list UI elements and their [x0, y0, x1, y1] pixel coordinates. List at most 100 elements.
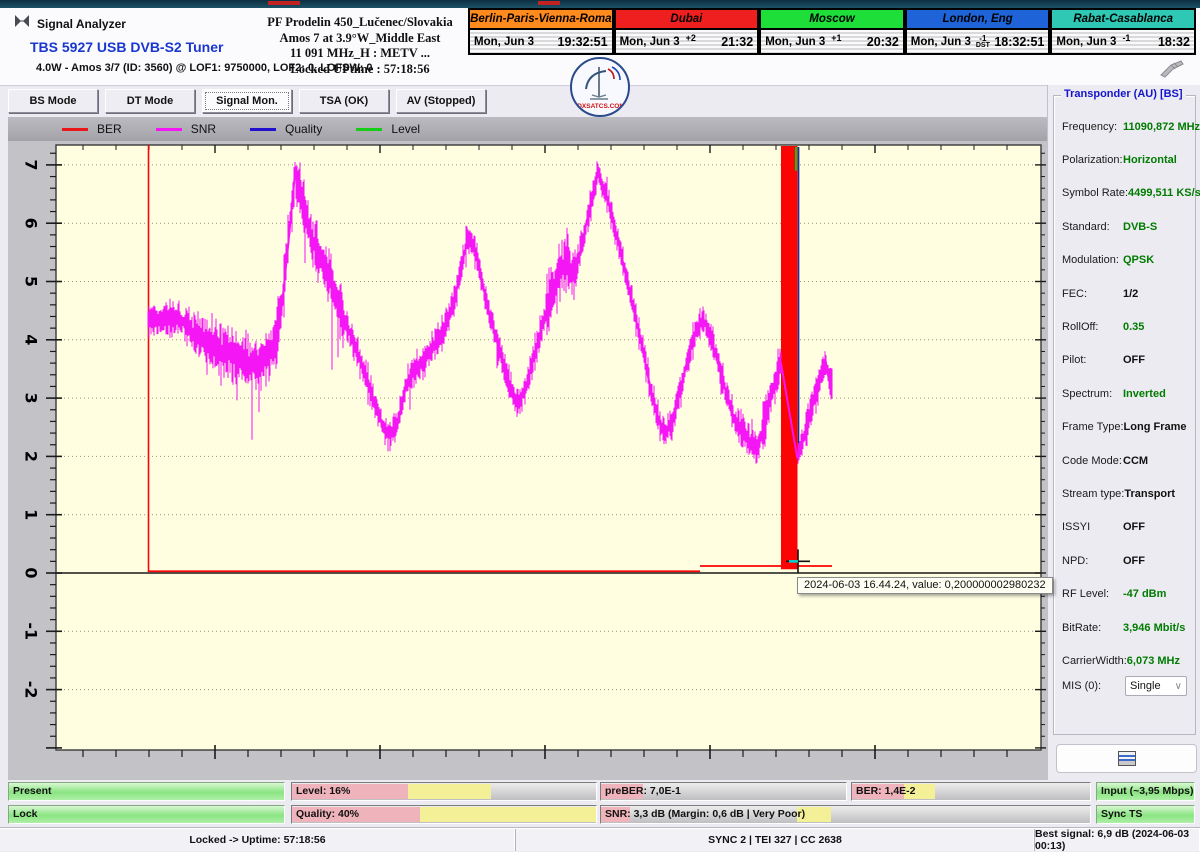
clock-offset: -1 [1122, 33, 1130, 43]
y-axis-label-4: 4 [22, 334, 41, 345]
clock-city: Dubai [614, 8, 760, 30]
y-axis-label-6: 6 [22, 218, 41, 229]
tp-label: ISSYI [1062, 521, 1090, 533]
tp-value: 4499,511 KS/s [1128, 187, 1192, 199]
clock-city: London, Eng [905, 8, 1051, 30]
legend-item-quality: Quality [250, 122, 322, 136]
site-line-3: 11 091 MHz_H : METV ... [252, 46, 468, 62]
site-line-4: Locked UPtime : 57:18:56 [252, 62, 468, 78]
tp-label: RF Level: [1062, 588, 1109, 600]
statusbar-sync: SYNC 2 | TEI 327 | CC 2638 [516, 829, 1035, 851]
clock-london-eng: London, EngMon, Jun 3-1DST18:32:51 [905, 8, 1051, 59]
site-info: PF Prodelin 450_Lučenec/Slovakia Amos 7 … [252, 15, 468, 77]
meter-snr: SNR: 3,3 dB (Margin: 0,6 dB | Very Poor) [600, 805, 1091, 824]
y-axis-label-0: 0 [22, 567, 41, 578]
tp-row-standard-: Standard:DVB-S [1054, 210, 1195, 243]
tp-value: Inverted [1123, 388, 1187, 400]
meter-lock: Lock [8, 805, 285, 824]
meter-label: preBER: 7,0E-1 [601, 783, 846, 799]
meter-input-3-95-mbps-: Input (~3,95 Mbps) [1096, 782, 1195, 801]
legend-swatch-quality [250, 128, 276, 131]
tp-label: Spectrum: [1062, 388, 1112, 400]
tp-row-pilot-: Pilot:OFF [1054, 344, 1195, 377]
statusbar-lock: Locked -> Uptime: 57:18:56 [0, 829, 516, 851]
tp-value: Long Frame [1124, 421, 1187, 433]
clock-offset: +1 [831, 33, 841, 43]
tp-row-code-mode-: Code Mode:CCM [1054, 444, 1195, 477]
clock-date: Mon, Jun 3 [765, 36, 825, 48]
meter-level: Level: 16% [291, 782, 597, 801]
clock-time: 18:32:51 [994, 35, 1044, 49]
tp-row-npd-: NPD:OFF [1054, 544, 1195, 577]
tp-label: FEC: [1062, 288, 1087, 300]
tp-label: Polarization: [1062, 154, 1123, 166]
y-axis-label-5: 5 [22, 276, 41, 287]
tuner-name: TBS 5927 USB DVB-S2 Tuner [30, 39, 223, 55]
tp-row-bitrate-: BitRate: 3,946 Mbit/s [1054, 611, 1195, 644]
tab-tsa-ok-[interactable]: TSA (OK) [299, 89, 389, 113]
y-axis-label-2: 2 [22, 451, 41, 462]
tp-row-modulation-: Modulation:QPSK [1054, 244, 1195, 277]
tab-bs-mode[interactable]: BS Mode [8, 89, 98, 113]
tp-value: -47 dBm [1123, 588, 1187, 600]
tp-value: 0.35 [1123, 321, 1187, 333]
top-strip-accent [268, 1, 300, 5]
clock-time-row: Mon, Jun 3-1DST18:32:51 [905, 30, 1051, 55]
chart-svg[interactable]: 76543210-1-2 [8, 141, 1047, 780]
tp-value: OFF [1123, 521, 1187, 533]
tp-value: 3,946 Mbit/s [1123, 622, 1187, 634]
tp-row-fec-: FEC: 1/2 [1054, 277, 1195, 310]
clock-date: Mon, Jun 3 [911, 36, 971, 48]
tp-row-symbol-rate-: Symbol Rate:4499,511 KS/s [1054, 177, 1195, 210]
tp-row-rolloff-: RollOff:0.35 [1054, 310, 1195, 343]
chart-legend: BERSNRQualityLevel [8, 117, 1047, 141]
clock-date: Mon, Jun 3 [1056, 36, 1116, 48]
dxsatcs-caption: DXSATCS.COM [573, 103, 629, 110]
meter-label: SNR: 3,3 dB (Margin: 0,6 dB | Very Poor) [601, 806, 1090, 822]
tp-label: Frequency: [1062, 121, 1117, 133]
clock-date: Mon, Jun 3 [474, 36, 534, 48]
tp-row-carrierwidth-: CarrierWidth:6,073 MHz [1054, 644, 1195, 677]
clock-rabat-casablanca: Rabat-CasablancaMon, Jun 3-118:32 [1050, 8, 1196, 59]
tp-value: 1/2 [1123, 288, 1187, 300]
tp-value: 11090,872 MHz [1123, 121, 1187, 133]
tp-row-frame-type-: Frame Type:Long Frame [1054, 411, 1195, 444]
tp-label: Stream type: [1062, 488, 1124, 500]
tp-row-rf-level-: RF Level: -47 dBm [1054, 577, 1195, 610]
stream-list-button[interactable] [1056, 744, 1197, 773]
meter-ber: BER: 1,4E-2 [851, 782, 1091, 801]
tp-row-stream-type-: Stream type:Transport [1054, 477, 1195, 510]
clock-time: 18:32 [1158, 35, 1190, 49]
legend-swatch-ber [62, 128, 88, 131]
clock-time: 21:32 [721, 35, 753, 49]
statusbar: Locked -> Uptime: 57:18:56 SYNC 2 | TEI … [0, 828, 1200, 851]
tab-dt-mode[interactable]: DT Mode [105, 89, 195, 113]
clock-time-row: Mon, Jun 3+120:32 [759, 30, 905, 55]
mis-dropdown[interactable]: Single ∨ [1125, 676, 1187, 696]
y-axis-label-3: 3 [22, 393, 41, 404]
meter-preber: preBER: 7,0E-1 [600, 782, 847, 801]
tp-value: DVB-S [1123, 221, 1187, 233]
tp-label: Code Mode: [1062, 455, 1122, 467]
tp-label: Modulation: [1062, 254, 1119, 266]
y-axis-label--2: -2 [22, 681, 41, 699]
tp-label: Frame Type: [1062, 421, 1124, 433]
legend-item-level: Level [356, 122, 420, 136]
legend-label: BER [97, 122, 122, 136]
legend-label: Quality [285, 122, 322, 136]
background-window-strip [0, 0, 1200, 8]
site-line-2: Amos 7 at 3.9°W_Middle East [252, 31, 468, 47]
tab-signal-mon-[interactable]: Signal Mon. [202, 89, 292, 113]
tab-av-stopped-[interactable]: AV (Stopped) [396, 89, 486, 113]
signal-analyzer-window: { "window": { "title": "Signal Analyzer"… [0, 0, 1200, 850]
y-axis-label--1: -1 [22, 622, 41, 640]
tp-label: BitRate: [1062, 622, 1101, 634]
transponder-panel: Transponder (AU) [BS] Frequency: 11090,87… [1047, 85, 1200, 780]
app-icon [14, 14, 30, 33]
signal-chart-zone: 76543210-1-2 [8, 141, 1047, 780]
transponder-title: Transponder (AU) [BS] [1061, 88, 1186, 100]
clock-moscow: MoscowMon, Jun 3+120:32 [759, 8, 905, 59]
list-icon [1118, 751, 1136, 766]
tp-label: Symbol Rate: [1062, 187, 1128, 199]
clock-time-row: Mon, Jun 3 -1 18:32 [1050, 30, 1196, 55]
